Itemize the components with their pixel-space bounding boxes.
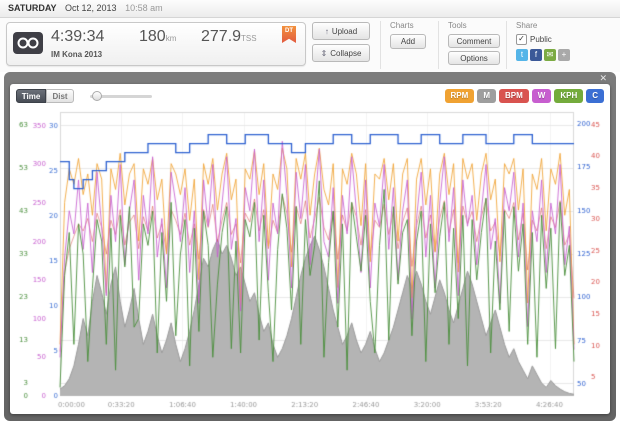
upload-icon: ↑ — [325, 27, 329, 36]
app-window: SATURDAY Oct 12, 2013 10:58 am 4:39:34 1… — [0, 0, 620, 421]
distance-unit: km — [166, 34, 177, 43]
collapse-icon: ⇕ — [321, 49, 328, 58]
twitter-icon[interactable]: t — [516, 49, 528, 61]
chart-panel: ✕ Time Dist RPM M BPM W KPH C — [4, 72, 616, 421]
duration-value: 4:39:34 — [51, 28, 104, 46]
public-label: Public — [530, 35, 552, 44]
collapse-label: Collapse — [330, 49, 361, 58]
share-icons-row: t f ✉ + — [516, 49, 580, 61]
public-checkbox[interactable]: ✓ — [516, 34, 527, 45]
add-chart-button[interactable]: Add — [390, 34, 426, 49]
facebook-icon[interactable]: f — [530, 49, 542, 61]
distance-value: 180km — [139, 28, 176, 46]
series-toggle-temp[interactable]: C — [586, 89, 604, 103]
charts-group-label: Charts — [390, 21, 432, 30]
charts-group: Charts Add — [380, 21, 432, 69]
series-toggle-elevation[interactable]: M — [477, 89, 496, 103]
series-toggle-group: RPM M BPM W KPH C — [445, 89, 604, 103]
header-day: SATURDAY — [8, 3, 57, 13]
tss-value: 277.9TSS — [201, 28, 257, 46]
share-group-label: Share — [516, 21, 580, 30]
series-toggle-bpm[interactable]: BPM — [499, 89, 529, 103]
share-group: Share ✓ Public t f ✉ + — [506, 21, 580, 69]
options-button[interactable]: Options — [448, 51, 500, 65]
options-label: Options — [460, 54, 488, 63]
more-share-icon[interactable]: + — [558, 49, 570, 61]
time-toggle-button[interactable]: Time — [16, 89, 46, 103]
upload-button[interactable]: ↑ Upload — [312, 22, 370, 40]
series-toggle-kph[interactable]: KPH — [554, 89, 583, 103]
comment-button[interactable]: Comment — [448, 34, 500, 48]
tools-group-label: Tools — [448, 21, 500, 30]
email-icon[interactable]: ✉ — [544, 49, 556, 61]
series-toggle-rpm[interactable]: RPM — [445, 89, 475, 103]
workout-graph[interactable] — [14, 106, 606, 412]
tss-unit: TSS — [241, 34, 257, 43]
device-ribbon-badge: DT — [282, 26, 296, 43]
zoom-slider-handle[interactable] — [92, 91, 102, 101]
workout-toolbar: 4:39:34 180km 277.9TSS IM Kona 2013 DT ↑… — [0, 18, 620, 72]
bike-activity-icon — [13, 32, 43, 59]
add-label: Add — [401, 37, 415, 46]
close-icon[interactable]: ✕ — [599, 73, 607, 84]
comment-label: Comment — [457, 37, 492, 46]
header-time: 10:58 am — [125, 3, 163, 13]
header-date: Oct 12, 2013 — [65, 3, 117, 13]
upload-label: Upload — [332, 27, 357, 36]
zoom-slider-track[interactable] — [90, 95, 152, 98]
tools-group: Tools Comment Options — [438, 21, 500, 69]
series-toggle-watts[interactable]: W — [532, 89, 552, 103]
dist-toggle-button[interactable]: Dist — [46, 89, 74, 103]
workout-summary-card[interactable]: 4:39:34 180km 277.9TSS IM Kona 2013 DT — [6, 22, 306, 66]
workout-title: IM Kona 2013 — [51, 50, 102, 59]
date-header: SATURDAY Oct 12, 2013 10:58 am — [0, 0, 620, 18]
chart-card: Time Dist RPM M BPM W KPH C — [10, 84, 610, 414]
collapse-button[interactable]: ⇕ Collapse — [312, 44, 370, 62]
